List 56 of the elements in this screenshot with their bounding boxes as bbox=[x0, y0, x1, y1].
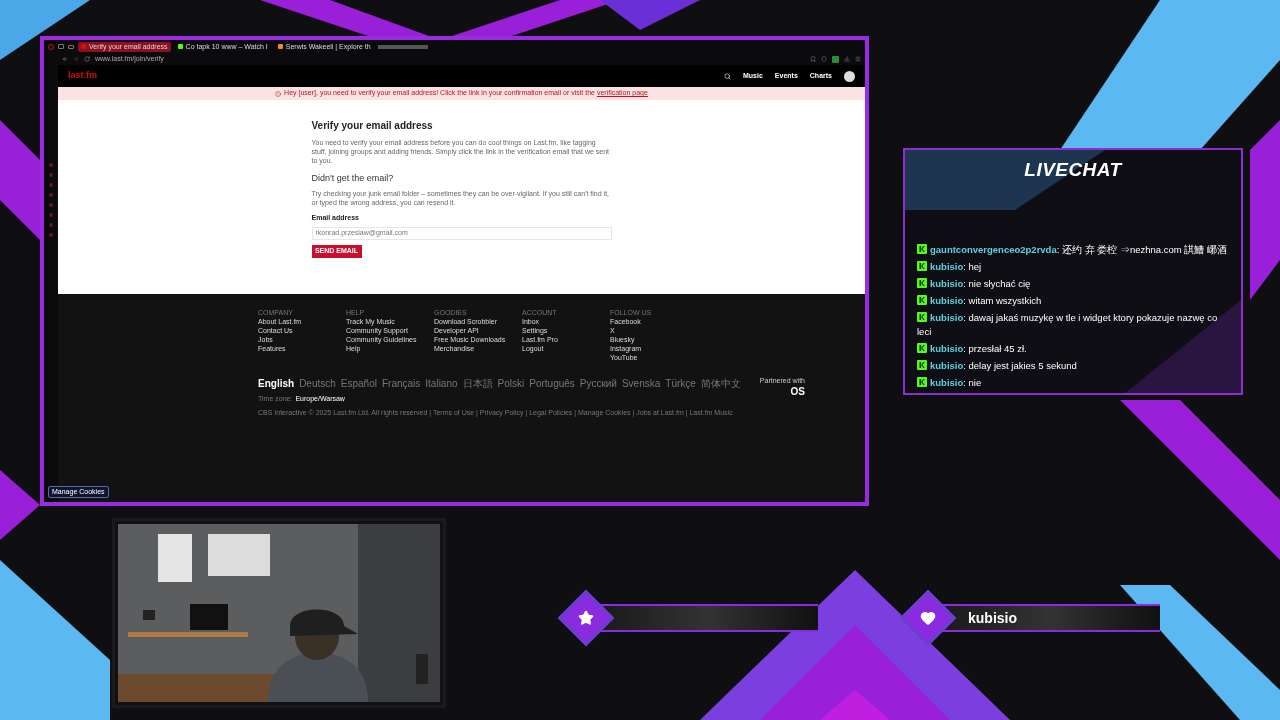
language-link[interactable]: Türkçe bbox=[665, 376, 696, 391]
livechat-title: LIVECHAT bbox=[1023, 158, 1124, 182]
language-link[interactable]: Español bbox=[340, 376, 377, 391]
language-link[interactable]: Svenska bbox=[621, 376, 661, 391]
kick-icon bbox=[917, 311, 927, 322]
chat-message: kubisio: witam wszystkich bbox=[917, 293, 1229, 308]
menu-icon[interactable] bbox=[855, 56, 861, 62]
search-icon[interactable] bbox=[724, 72, 731, 80]
sidebar-app-icon[interactable] bbox=[49, 213, 53, 217]
language-link[interactable]: Français bbox=[381, 376, 421, 391]
kick-icon bbox=[917, 243, 927, 254]
extension-icon[interactable] bbox=[832, 55, 839, 63]
forward-icon[interactable] bbox=[73, 56, 79, 62]
sidebar-app-icon[interactable] bbox=[49, 163, 53, 167]
back-icon[interactable] bbox=[62, 56, 68, 62]
language-link[interactable]: 日本語 bbox=[462, 376, 493, 391]
chat-message: kubisio: nie słychać cię bbox=[917, 276, 1229, 291]
kick-icon bbox=[917, 342, 927, 353]
chat-message: kubisio: delay jest jakies 5 sekund bbox=[917, 358, 1229, 373]
sidebar-app-icon[interactable] bbox=[49, 173, 53, 177]
chat-message: kubisio: hej bbox=[917, 259, 1229, 274]
sidebar-app-icon[interactable] bbox=[49, 203, 53, 207]
chat-message: gauntconvergenceo2p2rvda: 还约 弃 娄椌 ⇒nezhna.com 諆鰽 峫酒 bbox=[917, 242, 1229, 257]
bookmark-icon[interactable] bbox=[810, 56, 816, 62]
sidebar-app-icon[interactable] bbox=[49, 233, 53, 237]
chat-message: kubisio: nie bbox=[917, 375, 1229, 390]
chat-message: kubisio: przesłał 45 zł. bbox=[917, 341, 1229, 356]
language-link[interactable]: Italiano bbox=[425, 376, 458, 391]
reload-icon[interactable] bbox=[84, 56, 90, 62]
subheading: Didn't get the email? bbox=[311, 171, 395, 185]
kick-icon bbox=[917, 277, 927, 288]
language-link[interactable]: English bbox=[258, 376, 295, 391]
alert-icon bbox=[275, 90, 282, 97]
redacted-tab-drawing bbox=[377, 44, 428, 49]
chat-message: kubisio: dawaj jakaś muzykę w tle i widget ktory pokazuje nazwę co leci bbox=[917, 310, 1219, 339]
avatar[interactable] bbox=[844, 70, 855, 82]
alert-username: kubisio bbox=[968, 608, 1017, 628]
language-link[interactable]: Polski bbox=[497, 376, 525, 391]
kick-icon bbox=[917, 260, 927, 271]
language-link[interactable]: Deutsch bbox=[299, 376, 336, 391]
language-link[interactable]: Русский bbox=[579, 376, 617, 391]
page-heading: Verify your email address bbox=[311, 120, 434, 133]
star-icon bbox=[578, 610, 594, 626]
language-link[interactable]: 简体中文 bbox=[700, 376, 741, 391]
sidebar-app-icon[interactable] bbox=[49, 183, 53, 187]
language-link[interactable]: Português bbox=[529, 376, 575, 391]
sidebar-app-icon[interactable] bbox=[49, 193, 53, 197]
heart-icon bbox=[920, 610, 936, 626]
kick-icon bbox=[917, 376, 927, 387]
site-logo[interactable]: last.fm bbox=[68, 69, 97, 83]
download-icon[interactable] bbox=[844, 56, 850, 62]
shield-icon[interactable] bbox=[821, 56, 827, 62]
partner-logo: OS bbox=[790, 386, 805, 397]
sidebar-app-icon[interactable] bbox=[49, 223, 53, 227]
kick-icon bbox=[917, 294, 927, 305]
kick-icon bbox=[917, 359, 927, 370]
